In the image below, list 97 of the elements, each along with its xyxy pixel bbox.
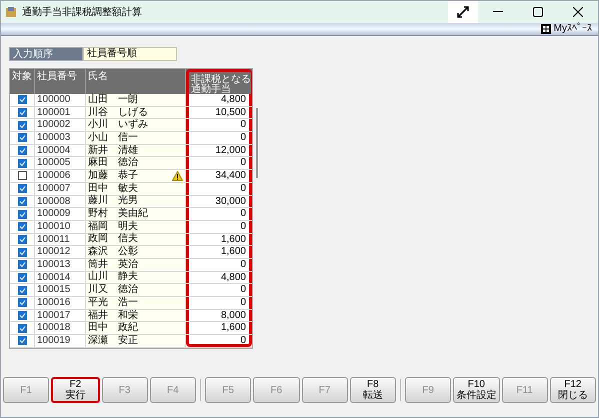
table-cell-text: 野村 美由紀 — [87, 208, 149, 220]
table-cell: 30,000 — [186, 196, 252, 208]
table-cell-text: 政岡 信夫 — [87, 233, 139, 246]
table-cell-text: 山田 一朗 — [87, 94, 139, 106]
table-cell: 10,500 — [186, 106, 252, 118]
windows-icon — [540, 24, 551, 34]
table-cell: 1,600 — [186, 246, 252, 258]
field-label: 入力順序 — [9, 47, 83, 61]
window-title: 通勤手当非課税調整額計算 — [22, 6, 142, 20]
input-order-field[interactable]: 社員番号順 — [83, 47, 177, 61]
table-cell: 0 — [186, 157, 252, 170]
table-cell: 12,000 — [186, 144, 252, 156]
table-cell-text: 新井 清雄 — [87, 144, 139, 156]
table-cell: 0 — [186, 284, 252, 296]
table-cell: 100015 — [35, 284, 86, 296]
row-checkbox[interactable] — [18, 120, 26, 130]
row-checkbox[interactable] — [18, 272, 26, 282]
table-cell: 0 — [186, 182, 252, 194]
table-cell: 100016 — [35, 297, 86, 309]
function-key-button[interactable]: F8 転送 — [350, 377, 396, 403]
row-checkbox[interactable] — [18, 311, 26, 320]
close-icon — [573, 7, 583, 17]
table-cell: 100005 — [35, 157, 86, 170]
table-cell-text: 田中 政紀 — [87, 322, 139, 334]
row-checkbox[interactable] — [18, 171, 26, 180]
function-key-button[interactable]: F12 閉じる — [550, 377, 596, 403]
table-cell: 0 — [186, 297, 252, 309]
table-cell-text: 深瀬 安正 — [87, 334, 139, 347]
expand-arrows-icon — [456, 5, 470, 19]
row-checkbox[interactable] — [18, 95, 26, 104]
table-cell: 0 — [186, 208, 252, 220]
row-checkbox[interactable] — [18, 184, 26, 194]
table-cell: 100010 — [35, 220, 86, 233]
row-checkbox[interactable] — [18, 158, 26, 168]
table-cell-text: 小山 信一 — [87, 132, 139, 144]
row-checkbox[interactable] — [18, 133, 26, 142]
table-cell: 100000 — [35, 94, 86, 106]
row-checkbox[interactable] — [18, 210, 26, 219]
row-checkbox[interactable] — [18, 248, 26, 257]
table-cell-text: 田中 敏夫 — [87, 182, 139, 194]
row-checkbox[interactable] — [18, 260, 26, 270]
row-checkbox[interactable] — [18, 196, 26, 206]
table-cell: 0 — [186, 258, 252, 271]
table-cell-text: 森沢 公彰 — [87, 246, 139, 258]
table-cell: 100012 — [35, 246, 86, 258]
table-cell-text: 福井 和栄 — [87, 310, 139, 322]
table-cell: 100008 — [35, 196, 86, 208]
table-cell: 4,800 — [186, 94, 252, 106]
table-cell: 0 — [186, 220, 252, 233]
myspace-link[interactable]: Myｽﾍﾟｰｽ — [554, 24, 592, 34]
table-cell-text: 福岡 明夫 — [87, 220, 139, 232]
table-cell: 100002 — [35, 119, 86, 132]
maximize-icon — [533, 7, 543, 17]
table-cell: 1,600 — [186, 234, 252, 246]
table-cell-text: 平光 浩一 — [87, 296, 139, 309]
minimize-icon — [493, 11, 503, 13]
table-cell: 100014 — [35, 272, 86, 284]
function-key-button[interactable]: F10 条件設定 — [453, 377, 500, 403]
table-cell: 34,400 — [186, 170, 252, 182]
expand-button[interactable] — [448, 1, 478, 23]
table-cell: 100011 — [35, 234, 86, 246]
row-checkbox[interactable] — [18, 336, 26, 346]
table-cell: 100006 — [35, 170, 86, 182]
table-cell-text: 加藤 恭子 — [87, 170, 139, 182]
table-cell: 0 — [186, 119, 252, 132]
table-cell: 100009 — [35, 208, 86, 220]
table-cell: 100004 — [35, 144, 86, 156]
table-cell: 8,000 — [186, 310, 252, 322]
table-cell: 100007 — [35, 182, 86, 194]
warning-icon — [172, 170, 183, 181]
table-cell-text: 川又 徳治 — [87, 284, 139, 296]
table-cell: 100017 — [35, 310, 86, 322]
function-key-button[interactable]: F2 実行 — [51, 377, 100, 403]
row-checkbox[interactable] — [18, 298, 26, 308]
row-checkbox[interactable] — [18, 286, 26, 295]
row-checkbox[interactable] — [18, 108, 26, 118]
app-icon — [5, 6, 17, 18]
table-cell-text: 麻田 徳治 — [87, 157, 139, 170]
row-checkbox[interactable] — [18, 234, 26, 244]
table-cell-text: 小川 いずみ — [87, 119, 149, 132]
table-cell-text: 藤川 光男 — [87, 195, 139, 208]
table-cell: 0 — [186, 132, 252, 144]
row-checkbox[interactable] — [18, 324, 26, 333]
table-cell: 0 — [186, 335, 252, 347]
table-cell: 1,600 — [186, 322, 252, 334]
table-cell: 100003 — [35, 132, 86, 144]
scrollbar[interactable] — [256, 108, 258, 178]
table-cell-text: 川谷 しげる — [87, 106, 149, 118]
table-cell: 100013 — [35, 258, 86, 271]
table-cell-text: 筒井 英治 — [87, 258, 139, 270]
table-cell: 100001 — [35, 106, 86, 118]
row-checkbox[interactable] — [18, 222, 26, 232]
table-cell: 4,800 — [186, 272, 252, 284]
row-checkbox[interactable] — [18, 146, 26, 156]
table-cell: 100019 — [35, 335, 86, 347]
table-cell-text: 山川 静夫 — [87, 271, 139, 284]
table-cell: 100018 — [35, 322, 86, 334]
